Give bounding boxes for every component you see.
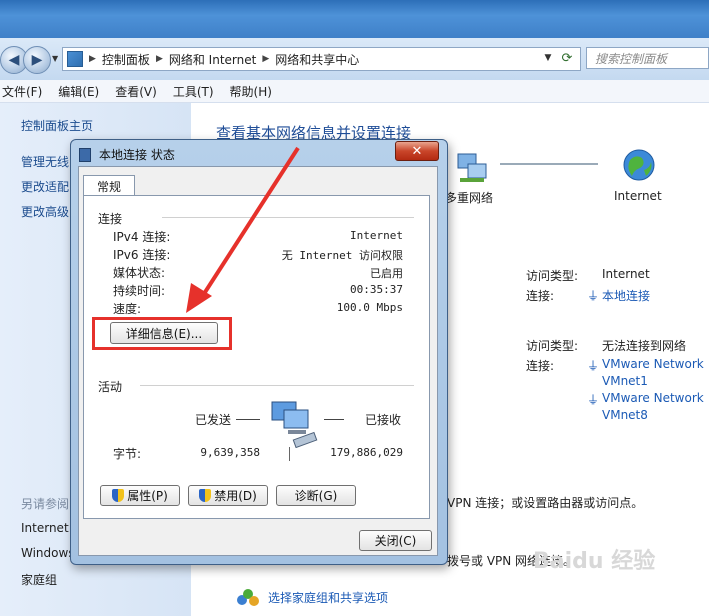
connection-label-2: 连接: [526,359,555,373]
access-type-value-2: 无法连接到网络 [602,339,687,353]
group-divider [140,385,414,386]
internet-globe-icon [623,149,655,181]
chevron-right-icon[interactable]: ▶ [262,54,269,64]
ipv4-label: IPv4 连接: [113,230,171,244]
setup-connection-text: VPN 连接；或设置路由器或访问点。 [447,496,644,510]
connection-group-label: 连接 [98,212,123,226]
properties-button[interactable]: 属性(P) [100,485,180,506]
ipv6-label: IPv6 连接: [113,248,171,262]
link-vmnet8[interactable]: VMnet8 [602,408,648,422]
chevron-right-icon[interactable]: ▶ [156,54,163,64]
network-adapter-icon: ⏚ [587,289,600,303]
breadcrumb-network-sharing-center[interactable]: 网络和共享中心 [275,51,359,68]
map-label-multiple-networks: 多重网络 [445,191,494,205]
dialog-title-bar: 本地连接 状态 [79,146,175,163]
network-adapter-icon: ⏚ [587,359,600,373]
bytes-sent-value: 9,639,358 [200,446,260,459]
dialog-title: 本地连接 状态 [99,148,175,162]
media-state-value: 已启用 [370,267,403,280]
uac-shield-icon [199,489,212,502]
link-change-adapter[interactable]: 更改适配 [21,178,69,195]
link-vmware-network-2[interactable]: VMware Network [602,391,704,405]
link-homegroup-sharing-options[interactable]: 选择家庭组和共享选项 [268,589,388,606]
search-input[interactable]: 搜索控制面板 [586,47,709,69]
dialog-close-x-button[interactable]: ✕ [395,141,439,161]
forward-arrow-icon: ▶ [31,52,43,68]
sent-line [236,419,260,420]
duration-value: 00:35:37 [350,283,403,296]
menu-help[interactable]: 帮助(H) [230,83,272,100]
speed-label: 速度: [113,302,142,316]
forward-button[interactable]: ▶ [23,46,51,74]
access-type-label: 访问类型: [526,269,579,283]
diagnose-button[interactable]: 诊断(G) [276,485,356,506]
link-manage-wireless[interactable]: 管理无线 [21,153,69,170]
menu-bar: 文件(F) 编辑(E) 查看(V) 工具(T) 帮助(H) [0,80,709,103]
window-title-bar [0,0,709,38]
bytes-divider [289,447,290,461]
menu-view[interactable]: 查看(V) [115,83,157,100]
uac-shield-icon [112,489,125,502]
network-connection-icon [79,147,91,162]
access-type-label-2: 访问类型: [526,339,579,353]
map-label-internet: Internet [614,189,662,203]
control-panel-icon [67,51,83,67]
access-type-value: Internet [602,267,650,281]
media-state-label: 媒体状态: [113,266,166,280]
activity-group-label: 活动 [98,380,123,394]
duration-label: 持续时间: [113,284,166,298]
highlight-box [92,317,232,350]
disable-button-label: 禁用(D) [214,489,257,503]
link-change-advanced[interactable]: 更改高级 [21,203,69,220]
sent-label: 已发送 [195,413,232,427]
see-also-heading: 另请参阅 [21,497,70,511]
bytes-received-value: 179,886,029 [330,446,403,459]
link-windows-firewall[interactable]: Windows [21,546,75,560]
address-dropdown-icon[interactable]: ▼ [541,48,555,68]
multiple-networks-icon [457,153,487,182]
speed-value: 100.0 Mbps [336,301,403,314]
menu-edit[interactable]: 编辑(E) [58,83,99,100]
history-dropdown-icon[interactable]: ▼ [52,54,58,63]
link-local-connection[interactable]: 本地连接 [602,287,650,304]
ipv4-value: Internet [350,229,403,242]
tab-general[interactable]: 常规 [83,175,135,196]
watermark: Baidu 经验 [533,549,656,574]
address-input[interactable]: ▶ 控制面板 ▶ 网络和 Internet ▶ 网络和共享中心 [62,47,581,71]
close-button[interactable]: 关闭(C) [359,530,432,551]
link-vmnet1[interactable]: VMnet1 [602,374,648,388]
homegroup-icon [237,589,259,606]
link-vmware-network-1[interactable]: VMware Network [602,357,704,371]
link-internet-options[interactable]: Internet [21,521,69,535]
link-control-panel-home[interactable]: 控制面板主页 [21,117,93,134]
menu-file[interactable]: 文件(F) [2,83,42,100]
group-divider [162,217,414,218]
refresh-icon[interactable]: ⟳ [557,48,577,68]
received-label: 已接收 [365,413,402,427]
chevron-right-icon: ▶ [89,54,96,64]
breadcrumb-control-panel[interactable]: 控制面板 [102,51,150,68]
disable-button[interactable]: 禁用(D) [188,485,268,506]
menu-tools[interactable]: 工具(T) [173,83,214,100]
link-homegroup[interactable]: 家庭组 [21,571,57,588]
network-map-line [500,163,598,165]
network-computers-icon [271,401,318,448]
connection-label: 连接: [526,289,555,303]
properties-button-label: 属性(P) [127,489,168,503]
received-line [324,419,344,420]
network-adapter-icon: ⏚ [587,393,600,407]
breadcrumb-network-internet[interactable]: 网络和 Internet [169,51,256,68]
ipv6-value: 无 Internet 访问权限 [281,249,403,262]
back-arrow-icon: ◀ [8,52,20,68]
bytes-label: 字节: [113,447,142,461]
